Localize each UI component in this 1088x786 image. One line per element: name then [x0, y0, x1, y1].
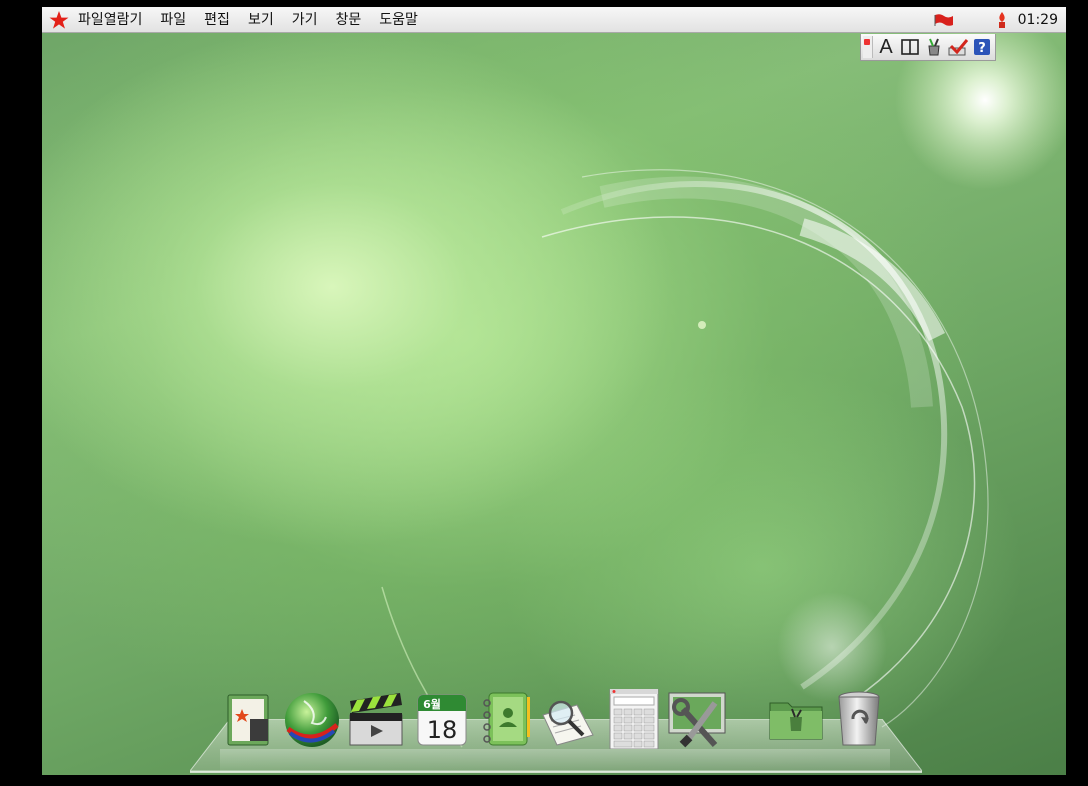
file-manager-folder-icon[interactable]	[766, 689, 826, 749]
calendar-icon[interactable]: 6월 18	[412, 689, 472, 749]
flag-icon[interactable]	[934, 13, 954, 27]
trash-icon[interactable]	[829, 689, 889, 749]
brush-cup-icon[interactable]	[923, 36, 945, 58]
menu-window[interactable]: 창문	[326, 7, 370, 33]
desktop[interactable]: 파일열람기 파일 편집 보기 가기 창문 도움말 01:29 A ? 6월 18	[42, 7, 1066, 775]
menu-file[interactable]: 파일	[151, 7, 195, 33]
red-star-menu-icon[interactable]	[48, 9, 70, 31]
document-search-icon[interactable]	[537, 689, 597, 749]
calendar-month: 6월	[423, 697, 441, 711]
keyboard-pen-icon[interactable]	[947, 36, 969, 58]
menu-file-browser[interactable]: 파일열람기	[70, 7, 151, 33]
help-icon[interactable]: ?	[971, 36, 993, 58]
address-book-icon[interactable]	[475, 689, 535, 749]
panel-drag-handle[interactable]	[863, 36, 873, 58]
svg-text:?: ?	[978, 41, 986, 56]
clock[interactable]: 01:29	[1018, 12, 1058, 28]
wallpaper-light-swirl	[381, 10, 1066, 748]
calendar-day: 18	[427, 716, 458, 744]
menu-edit[interactable]: 편집	[195, 7, 239, 33]
settings-tools-icon[interactable]	[667, 689, 727, 749]
menu-go[interactable]: 가기	[283, 7, 327, 33]
web-browser-icon[interactable]	[282, 689, 342, 749]
text-tool-icon[interactable]: A	[875, 36, 897, 58]
video-player-icon[interactable]	[345, 689, 405, 749]
torch-icon[interactable]	[994, 11, 1010, 29]
menu-help[interactable]: 도움말	[370, 7, 427, 33]
book-icon[interactable]	[899, 36, 921, 58]
photo-viewer-icon[interactable]	[220, 689, 280, 749]
top-menu-bar: 파일열람기 파일 편집 보기 가기 창문 도움말 01:29	[42, 7, 1066, 33]
input-method-panel: A ?	[860, 34, 996, 61]
calculator-icon[interactable]	[604, 689, 664, 749]
menu-view[interactable]: 보기	[239, 7, 283, 33]
star-shape	[49, 10, 69, 29]
dock-reflection	[220, 749, 890, 775]
